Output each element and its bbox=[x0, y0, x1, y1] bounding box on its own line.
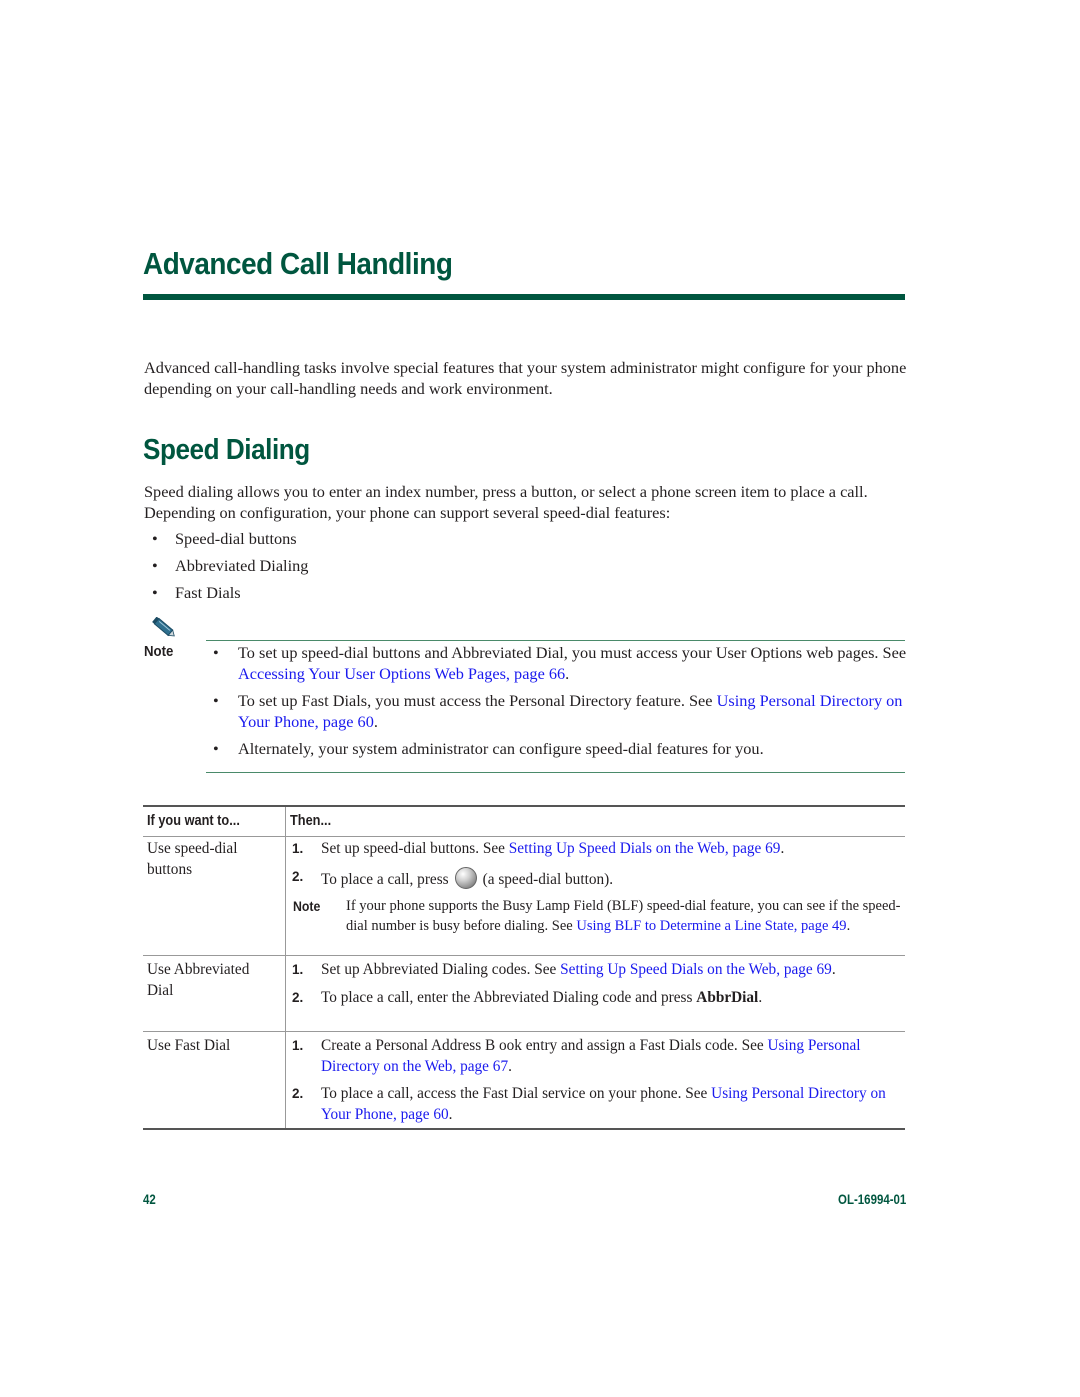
softkey-label: AbbrDial bbox=[696, 988, 759, 1006]
task-cell: Use Abbreviated Dial bbox=[147, 961, 250, 999]
pencil-icon bbox=[152, 617, 175, 637]
list-item: • Abbreviated Dialing bbox=[152, 556, 309, 575]
bullet-icon: • bbox=[152, 583, 158, 602]
note-label: Note bbox=[144, 643, 174, 660]
link-setting-up-speed-dials[interactable]: Setting Up Speed Dials on the Web, page … bbox=[509, 840, 781, 857]
task-cell: Use speed-dial buttons bbox=[147, 840, 238, 878]
step: 2. To place a call, press (a speed-dial bu… bbox=[292, 866, 614, 889]
steps-cell: 1. Set up speed-dial buttons. See Setting… bbox=[290, 839, 902, 936]
table-row-divider bbox=[143, 1031, 905, 1032]
step-number: 2. bbox=[292, 1086, 304, 1101]
note-item: • To set up speed-dial buttons and Abbrev… bbox=[213, 643, 907, 683]
blf-note: Note If your phone supports the Busy Lamp… bbox=[293, 898, 901, 934]
link-using-blf[interactable]: Using BLF to Determine a Line State, pag… bbox=[576, 918, 846, 934]
bullet-icon: • bbox=[213, 643, 219, 662]
section-title: Speed Dialing bbox=[143, 434, 310, 466]
chapter-intro: Advanced call-handling tasks involve spe… bbox=[144, 358, 907, 398]
table-bottom-rule bbox=[143, 1128, 905, 1130]
step: 2. To place a call, enter the Abbreviated… bbox=[290, 988, 902, 1009]
note-label: Note bbox=[293, 898, 321, 914]
task-cell: Use Fast Dial bbox=[147, 1037, 231, 1054]
bullet-icon: • bbox=[152, 529, 158, 548]
step-number: 1. bbox=[292, 1038, 304, 1053]
note-divider-bottom bbox=[206, 772, 905, 773]
step: 1. Set up Abbreviated Dialing codes. See … bbox=[290, 960, 902, 981]
steps-cell: 1. Set up Abbreviated Dialing codes. See … bbox=[290, 960, 902, 1015]
steps-cell: 1. Create a Personal Address B ook entry … bbox=[290, 1036, 902, 1132]
table-header: If you want to... Then... bbox=[143, 807, 905, 837]
note-list: • To set up speed-dial buttons and Abbrev… bbox=[213, 642, 913, 765]
column-header-then: Then... bbox=[290, 813, 332, 829]
speed-dial-button-icon bbox=[454, 866, 477, 889]
step-number: 1. bbox=[292, 841, 304, 856]
step: 1. Create a Personal Address B ook entry … bbox=[292, 1037, 861, 1075]
chapter-title-rule bbox=[143, 294, 905, 300]
bullet-icon: • bbox=[152, 556, 158, 575]
table-row-divider bbox=[143, 955, 905, 956]
column-header-task: If you want to... bbox=[147, 813, 240, 829]
link-accessing-user-options[interactable]: Accessing Your User Options Web Pages, p… bbox=[238, 664, 565, 683]
feature-list: • Speed-dial buttons • Abbreviated Dialing… bbox=[152, 528, 308, 609]
note-divider-top bbox=[206, 640, 905, 641]
section-body: Speed dialing allows you to enter an ind… bbox=[144, 482, 868, 522]
link-setting-up-speed-dials[interactable]: Setting Up Speed Dials on the Web, page … bbox=[560, 961, 832, 978]
bullet-icon: • bbox=[213, 739, 219, 758]
document-id: OL-16994-01 bbox=[837, 1192, 906, 1207]
list-item: • Fast Dials bbox=[152, 583, 241, 602]
step-number: 2. bbox=[292, 868, 304, 884]
table-column-divider bbox=[285, 807, 286, 1129]
bullet-icon: • bbox=[213, 691, 219, 710]
step: 1. Set up speed-dial buttons. See Setting… bbox=[290, 839, 902, 860]
step-number: 2. bbox=[292, 989, 304, 1005]
note-item: • Alternately, your system administrator … bbox=[213, 739, 764, 758]
chapter-title: Advanced Call Handling bbox=[143, 246, 453, 281]
step: 2. To place a call, access the Fast Dial … bbox=[292, 1085, 886, 1123]
table-header-divider bbox=[143, 836, 905, 837]
page-number: 42 bbox=[143, 1192, 156, 1207]
step-number: 1. bbox=[292, 962, 304, 977]
note-item: • To set up Fast Dials, you must access t… bbox=[213, 691, 903, 731]
list-item: • Speed-dial buttons bbox=[152, 529, 297, 548]
